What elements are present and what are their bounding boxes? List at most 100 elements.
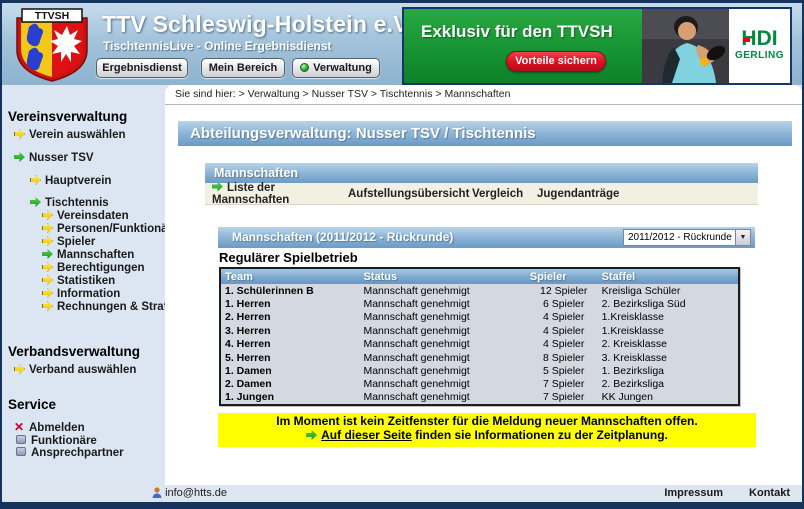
sidebar-item-rechnungen-strafen[interactable]: Rechnungen & Strafen (8, 301, 165, 314)
cell-spieler: 8 Spieler (526, 351, 598, 364)
sidebar-item-statistiken[interactable]: Statistiken (8, 275, 165, 288)
panel-title: Mannschaften (205, 163, 758, 183)
arrow-icon (42, 275, 53, 285)
table-row[interactable]: 4. HerrenMannschaft genehmigt4 Spieler2.… (220, 338, 739, 351)
mannschaften-panel: Mannschaften Liste der Mannschaften Aufs… (205, 163, 758, 205)
cell-staffel: 2. Bezirksliga (598, 378, 739, 391)
footer-link-impressum[interactable]: Impressum (664, 487, 723, 499)
table-row[interactable]: 2. HerrenMannschaft genehmigt4 Spieler1.… (220, 311, 739, 324)
cell-team: 1. Schülerinnen B (220, 284, 359, 297)
breadcrumb[interactable]: Sie sind hier: > Verwaltung > Nusser TSV… (165, 85, 802, 105)
menu-item-jugendantraege[interactable]: Jugendanträge (537, 188, 619, 200)
main-content: Sie sind hier: > Verwaltung > Nusser TSV… (165, 85, 802, 485)
table-row[interactable]: 1. DamenMannschaft genehmigt5 Spieler1. … (220, 364, 739, 377)
cell-staffel: Kreisliga Schüler (598, 284, 739, 297)
sidebar-item-label: Statistiken (57, 275, 115, 287)
notice-line1: Im Moment ist kein Zeitfenster für die M… (218, 414, 756, 428)
page: TTVSH TTV Schleswig-Holstein e.V. Tischt… (0, 0, 804, 509)
nav-button-verwaltung[interactable]: Verwaltung (292, 58, 380, 78)
column-header-spieler: Spieler (526, 268, 598, 284)
menu-item-vergleich[interactable]: Vergleich (472, 188, 537, 200)
sidebar-item-hauptverein[interactable]: Hauptverein (8, 175, 165, 188)
person-icon (152, 487, 162, 498)
arrow-icon (14, 129, 25, 139)
brand-hdi: HDI (741, 29, 777, 49)
table-header-row: Team Status Spieler Staffel (220, 268, 739, 284)
hdi-red-mark-icon (743, 38, 750, 42)
table-row[interactable]: 2. DamenMannschaft genehmigt7 Spieler2. … (220, 378, 739, 391)
footer-email-link[interactable]: info@htts.de (152, 487, 227, 499)
footer-email-text: info@htts.de (165, 487, 227, 499)
ad-banner-left: Exklusiv für den TTVSH Vorteile sichern (404, 9, 642, 83)
table-heading: Regulärer Spielbetrieb (219, 250, 358, 265)
cell-status: Mannschaft genehmigt (359, 378, 525, 391)
table-row[interactable]: 1. HerrenMannschaft genehmigt6 Spieler2.… (220, 297, 739, 310)
sidebar-item-label: Personen/Funktionäre (57, 223, 178, 235)
notice-line2: Auf dieser Seite finden sie Informatione… (218, 428, 756, 442)
cell-team: 1. Damen (220, 364, 359, 377)
ad-headline: Exklusiv für den TTVSH (421, 22, 613, 42)
notice-line2-rest: finden sie Informationen zu der Zeitplan… (412, 428, 668, 442)
cell-spieler: 4 Spieler (526, 324, 598, 337)
sidebar-item-ansprechpartner[interactable]: Ansprechpartner (8, 447, 165, 460)
sidebar-item-personen-funktionaere[interactable]: Personen/Funktionäre (8, 223, 165, 236)
sidebar-item-nusser-tsv[interactable]: Nusser TSV (8, 152, 165, 165)
sidebar-item-label: Verband auswählen (29, 364, 136, 376)
table-row[interactable]: 3. HerrenMannschaft genehmigt4 Spieler1.… (220, 324, 739, 337)
sidebar: Vereinsverwaltung Verein auswählen Nusse… (2, 85, 165, 485)
arrow-icon (42, 210, 53, 220)
cell-status: Mannschaft genehmigt (359, 364, 525, 377)
cell-spieler: 5 Spieler (526, 364, 598, 377)
sidebar-item-label: Mannschaften (57, 249, 134, 261)
arrow-icon (30, 197, 41, 207)
ad-brand-panel: HDI GERLING (729, 9, 790, 83)
table-row[interactable]: 5. HerrenMannschaft genehmigt8 Spieler3.… (220, 351, 739, 364)
sidebar-section-service: Service (8, 397, 165, 412)
sidebar-item-label: Rechnungen & Strafen (57, 301, 181, 313)
chevron-down-icon[interactable]: ▼ (735, 230, 750, 245)
sidebar-item-abmelden[interactable]: ✕Abmelden (8, 421, 165, 435)
column-header-staffel: Staffel (598, 268, 739, 284)
logo-text: TTVSH (35, 10, 69, 22)
cell-spieler: 7 Spieler (526, 378, 598, 391)
sidebar-item-label: Ansprechpartner (31, 447, 124, 459)
sidebar-item-label: Tischtennis (45, 197, 109, 209)
sidebar-item-verband-auswaehlen[interactable]: Verband auswählen (8, 364, 165, 377)
sidebar-item-vereinsdaten[interactable]: Vereinsdaten (8, 210, 165, 223)
table-row[interactable]: 1. JungenMannschaft genehmigt7 SpielerKK… (220, 391, 739, 404)
table-row[interactable]: 1. Schülerinnen BMannschaft genehmigt12 … (220, 284, 739, 297)
cell-spieler: 7 Spieler (526, 391, 598, 404)
sidebar-item-berechtigungen[interactable]: Berechtigungen (8, 262, 165, 275)
menu-item-aufstellungsuebersicht[interactable]: Aufstellungsübersicht (348, 188, 472, 200)
cell-team: 1. Jungen (220, 391, 359, 404)
sidebar-item-verein-auswaehlen[interactable]: Verein auswählen (8, 129, 165, 142)
brand-gerling: GERLING (729, 50, 790, 61)
arrow-icon (14, 152, 25, 162)
menu-item-liste-der-mannschaften[interactable]: Liste der Mannschaften (212, 182, 348, 206)
cell-status: Mannschaft genehmigt (359, 297, 525, 310)
column-header-status: Status (359, 268, 525, 284)
teams-table: Team Status Spieler Staffel 1. Schülerin… (219, 267, 740, 406)
ad-banner[interactable]: Exklusiv für den TTVSH Vorteile sichern … (402, 7, 792, 85)
season-select[interactable]: 2011/2012 - Rückrunde ▼ (623, 229, 751, 246)
cell-status: Mannschaft genehmigt (359, 284, 525, 297)
nav-button-mein-bereich[interactable]: Mein Bereich (201, 58, 285, 78)
sidebar-item-tischtennis[interactable]: Tischtennis (8, 197, 165, 210)
cell-team: 4. Herren (220, 338, 359, 351)
ad-cta-button[interactable]: Vorteile sichern (506, 51, 606, 72)
frame-top (0, 0, 804, 3)
nav-button-verwaltung-label: Verwaltung (313, 62, 372, 74)
cell-team: 2. Herren (220, 311, 359, 324)
site-subtitle: TischtennisLive - Online Ergebnisdienst (103, 39, 332, 53)
footer-link-kontakt[interactable]: Kontakt (749, 487, 790, 499)
notice-link[interactable]: Auf dieser Seite (321, 428, 412, 442)
arrow-icon (306, 430, 317, 440)
sidebar-item-information[interactable]: Information (8, 288, 165, 301)
nav-button-ergebnisdienst[interactable]: Ergebnisdienst (96, 58, 188, 78)
sidebar-item-spieler[interactable]: Spieler (8, 236, 165, 249)
frame-bottom (0, 502, 804, 509)
sidebar-item-funktionaere[interactable]: Funktionäre (8, 435, 165, 448)
sidebar-item-mannschaften[interactable]: Mannschaften (8, 249, 165, 262)
sidebar-item-label: Berechtigungen (57, 262, 145, 274)
arrow-icon (30, 175, 41, 185)
